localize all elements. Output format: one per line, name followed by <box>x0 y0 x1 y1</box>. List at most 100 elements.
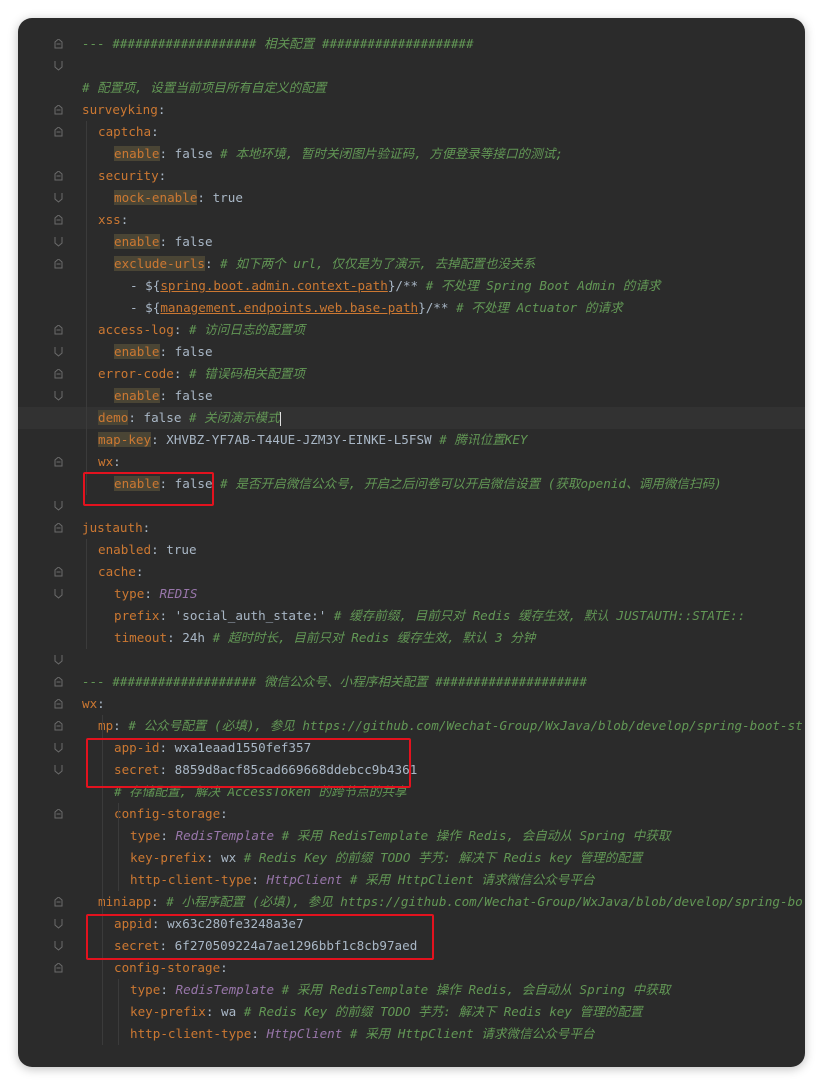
code-line[interactable]: enable: false # 本地环境, 暂时关闭图片验证码, 方便登录等接口… <box>18 143 805 165</box>
code-line[interactable]: access-log: # 访问日志的配置项 <box>18 319 805 341</box>
code-line[interactable]: enable: false <box>18 231 805 253</box>
code-line[interactable]: captcha: <box>18 121 805 143</box>
yaml-key: map-key <box>98 432 152 447</box>
yaml-key: surveyking <box>82 102 158 117</box>
colon: : <box>159 146 175 161</box>
code-line[interactable] <box>18 55 805 77</box>
code-line[interactable]: http-client-type: HttpClient # 采用 HttpCl… <box>18 869 805 891</box>
code-line[interactable]: config-storage: <box>18 957 805 979</box>
code-line[interactable]: enabled: true <box>18 539 805 561</box>
fold-end-icon[interactable] <box>54 737 64 759</box>
code-line[interactable]: error-code: # 错误码相关配置项 <box>18 363 805 385</box>
code-line[interactable]: surveyking: <box>18 99 805 121</box>
code-line[interactable]: type: RedisTemplate # 采用 RedisTemplate 操… <box>18 979 805 1001</box>
fold-toggle-icon[interactable] <box>54 693 64 715</box>
code-line[interactable]: type: RedisTemplate # 采用 RedisTemplate 操… <box>18 825 805 847</box>
code-line[interactable]: --- ################### 微信公众号、小程序相关配置 ##… <box>18 671 805 693</box>
code-line[interactable]: prefix: 'social_auth_state:' # 缓存前缀, 目前只… <box>18 605 805 627</box>
colon: : <box>251 872 267 887</box>
code-line-text: enable: false # 本地环境, 暂时关闭图片验证码, 方便登录等接口… <box>114 143 563 165</box>
fold-end-icon[interactable] <box>54 583 64 605</box>
fold-toggle-icon[interactable] <box>54 957 64 979</box>
code-line[interactable]: # 配置项, 设置当前项目所有自定义的配置 <box>18 77 805 99</box>
code-line-text: enabled: true <box>98 539 197 561</box>
yaml-key: enable <box>114 344 160 359</box>
code-line[interactable]: exclude-urls: # 如下两个 url, 仅仅是为了演示, 去掉配置也… <box>18 253 805 275</box>
fold-toggle-icon[interactable] <box>54 99 64 121</box>
code-line[interactable]: enable: false <box>18 385 805 407</box>
fold-end-icon[interactable] <box>54 759 64 781</box>
yaml-key: mp <box>98 718 114 733</box>
code-line[interactable]: demo: false # 关闭演示模式 <box>18 407 805 429</box>
code-line[interactable]: key-prefix: wa # Redis Key 的前缀 TODO 芋艿: … <box>18 1001 805 1023</box>
fold-toggle-icon[interactable] <box>54 451 64 473</box>
comment: # 小程序配置 (必填), 参见 https://github.com/Wech… <box>166 894 803 909</box>
fold-end-icon[interactable] <box>54 55 64 77</box>
code-line[interactable]: wx: <box>18 693 805 715</box>
fold-toggle-icon[interactable] <box>54 561 64 583</box>
yaml-key: xss <box>98 212 121 227</box>
code-line[interactable]: justauth: <box>18 517 805 539</box>
colon: : <box>205 850 221 865</box>
fold-toggle-icon[interactable] <box>54 209 64 231</box>
colon: : <box>159 608 175 623</box>
code-line[interactable]: - ${management.endpoints.web.base-path}/… <box>18 297 805 319</box>
fold-toggle-icon[interactable] <box>54 165 64 187</box>
fold-toggle-icon[interactable] <box>54 715 64 737</box>
code-line[interactable] <box>18 649 805 671</box>
fold-end-icon[interactable] <box>54 231 64 253</box>
yaml-key: enable <box>114 146 160 161</box>
colon: : <box>120 212 129 227</box>
code-line-text: enable: false <box>114 385 213 407</box>
code-line[interactable]: enable: false <box>18 341 805 363</box>
fold-toggle-icon[interactable] <box>54 319 64 341</box>
code-line[interactable]: mp: # 公众号配置 (必填), 参见 https://github.com/… <box>18 715 805 737</box>
placeholder-reference: management.endpoints.web.base-path <box>160 300 419 315</box>
comment: # 超时时长, 目前只对 Redis 缓存生效, 默认 3 分钟 <box>205 630 536 645</box>
fold-toggle-icon[interactable] <box>54 803 64 825</box>
fold-end-icon[interactable] <box>54 935 64 957</box>
fold-toggle-icon[interactable] <box>54 253 64 275</box>
fold-end-icon[interactable] <box>54 495 64 517</box>
code-line[interactable]: mock-enable: true <box>18 187 805 209</box>
colon: : <box>220 960 228 975</box>
colon: : <box>151 432 167 447</box>
code-line[interactable]: cache: <box>18 561 805 583</box>
code-line[interactable]: key-prefix: wx # Redis Key 的前缀 TODO 芋艿: … <box>18 847 805 869</box>
code-line[interactable]: security: <box>18 165 805 187</box>
red-highlight-box <box>83 472 214 506</box>
code-line[interactable]: --- ################### 相关配置 ###########… <box>18 33 805 55</box>
fold-toggle-icon[interactable] <box>54 517 64 539</box>
code-line[interactable]: config-storage: <box>18 803 805 825</box>
yaml-code-view[interactable]: --- ################### 相关配置 ###########… <box>18 18 805 1067</box>
code-line[interactable]: xss: <box>18 209 805 231</box>
red-highlight-box <box>86 738 411 788</box>
code-line[interactable]: type: REDIS <box>18 583 805 605</box>
fold-end-icon[interactable] <box>54 187 64 209</box>
fold-end-icon[interactable] <box>54 649 64 671</box>
colon: : <box>173 366 189 381</box>
code-line[interactable]: - ${spring.boot.admin.context-path}/** #… <box>18 275 805 297</box>
fold-toggle-icon[interactable] <box>54 891 64 913</box>
fold-end-icon[interactable] <box>54 913 64 935</box>
fold-toggle-icon[interactable] <box>54 121 64 143</box>
code-line[interactable]: http-client-type: HttpClient # 采用 HttpCl… <box>18 1023 805 1045</box>
code-line[interactable]: miniapp: # 小程序配置 (必填), 参见 https://github… <box>18 891 805 913</box>
code-line[interactable]: timeout: 24h # 超时时长, 目前只对 Redis 缓存生效, 默认… <box>18 627 805 649</box>
code-line-text: prefix: 'social_auth_state:' # 缓存前缀, 目前只… <box>114 605 745 627</box>
fold-end-icon[interactable] <box>54 341 64 363</box>
code-line-text: - ${management.endpoints.web.base-path}/… <box>130 297 623 319</box>
yaml-key: enabled <box>98 542 152 557</box>
fold-toggle-icon[interactable] <box>54 671 64 693</box>
colon: : <box>159 234 175 249</box>
colon: : <box>220 806 228 821</box>
yaml-value: RedisTemplate <box>175 828 275 843</box>
fold-toggle-icon[interactable] <box>54 33 64 55</box>
code-line-text: wx: <box>98 451 121 473</box>
fold-toggle-icon[interactable] <box>54 363 64 385</box>
code-line[interactable]: map-key: XHVBZ-YF7AB-T44UE-JZM3Y-EINKE-L… <box>18 429 805 451</box>
colon: : <box>113 454 121 469</box>
code-line-text: http-client-type: HttpClient # 采用 HttpCl… <box>130 869 595 891</box>
fold-end-icon[interactable] <box>54 385 64 407</box>
code-line[interactable]: wx: <box>18 451 805 473</box>
